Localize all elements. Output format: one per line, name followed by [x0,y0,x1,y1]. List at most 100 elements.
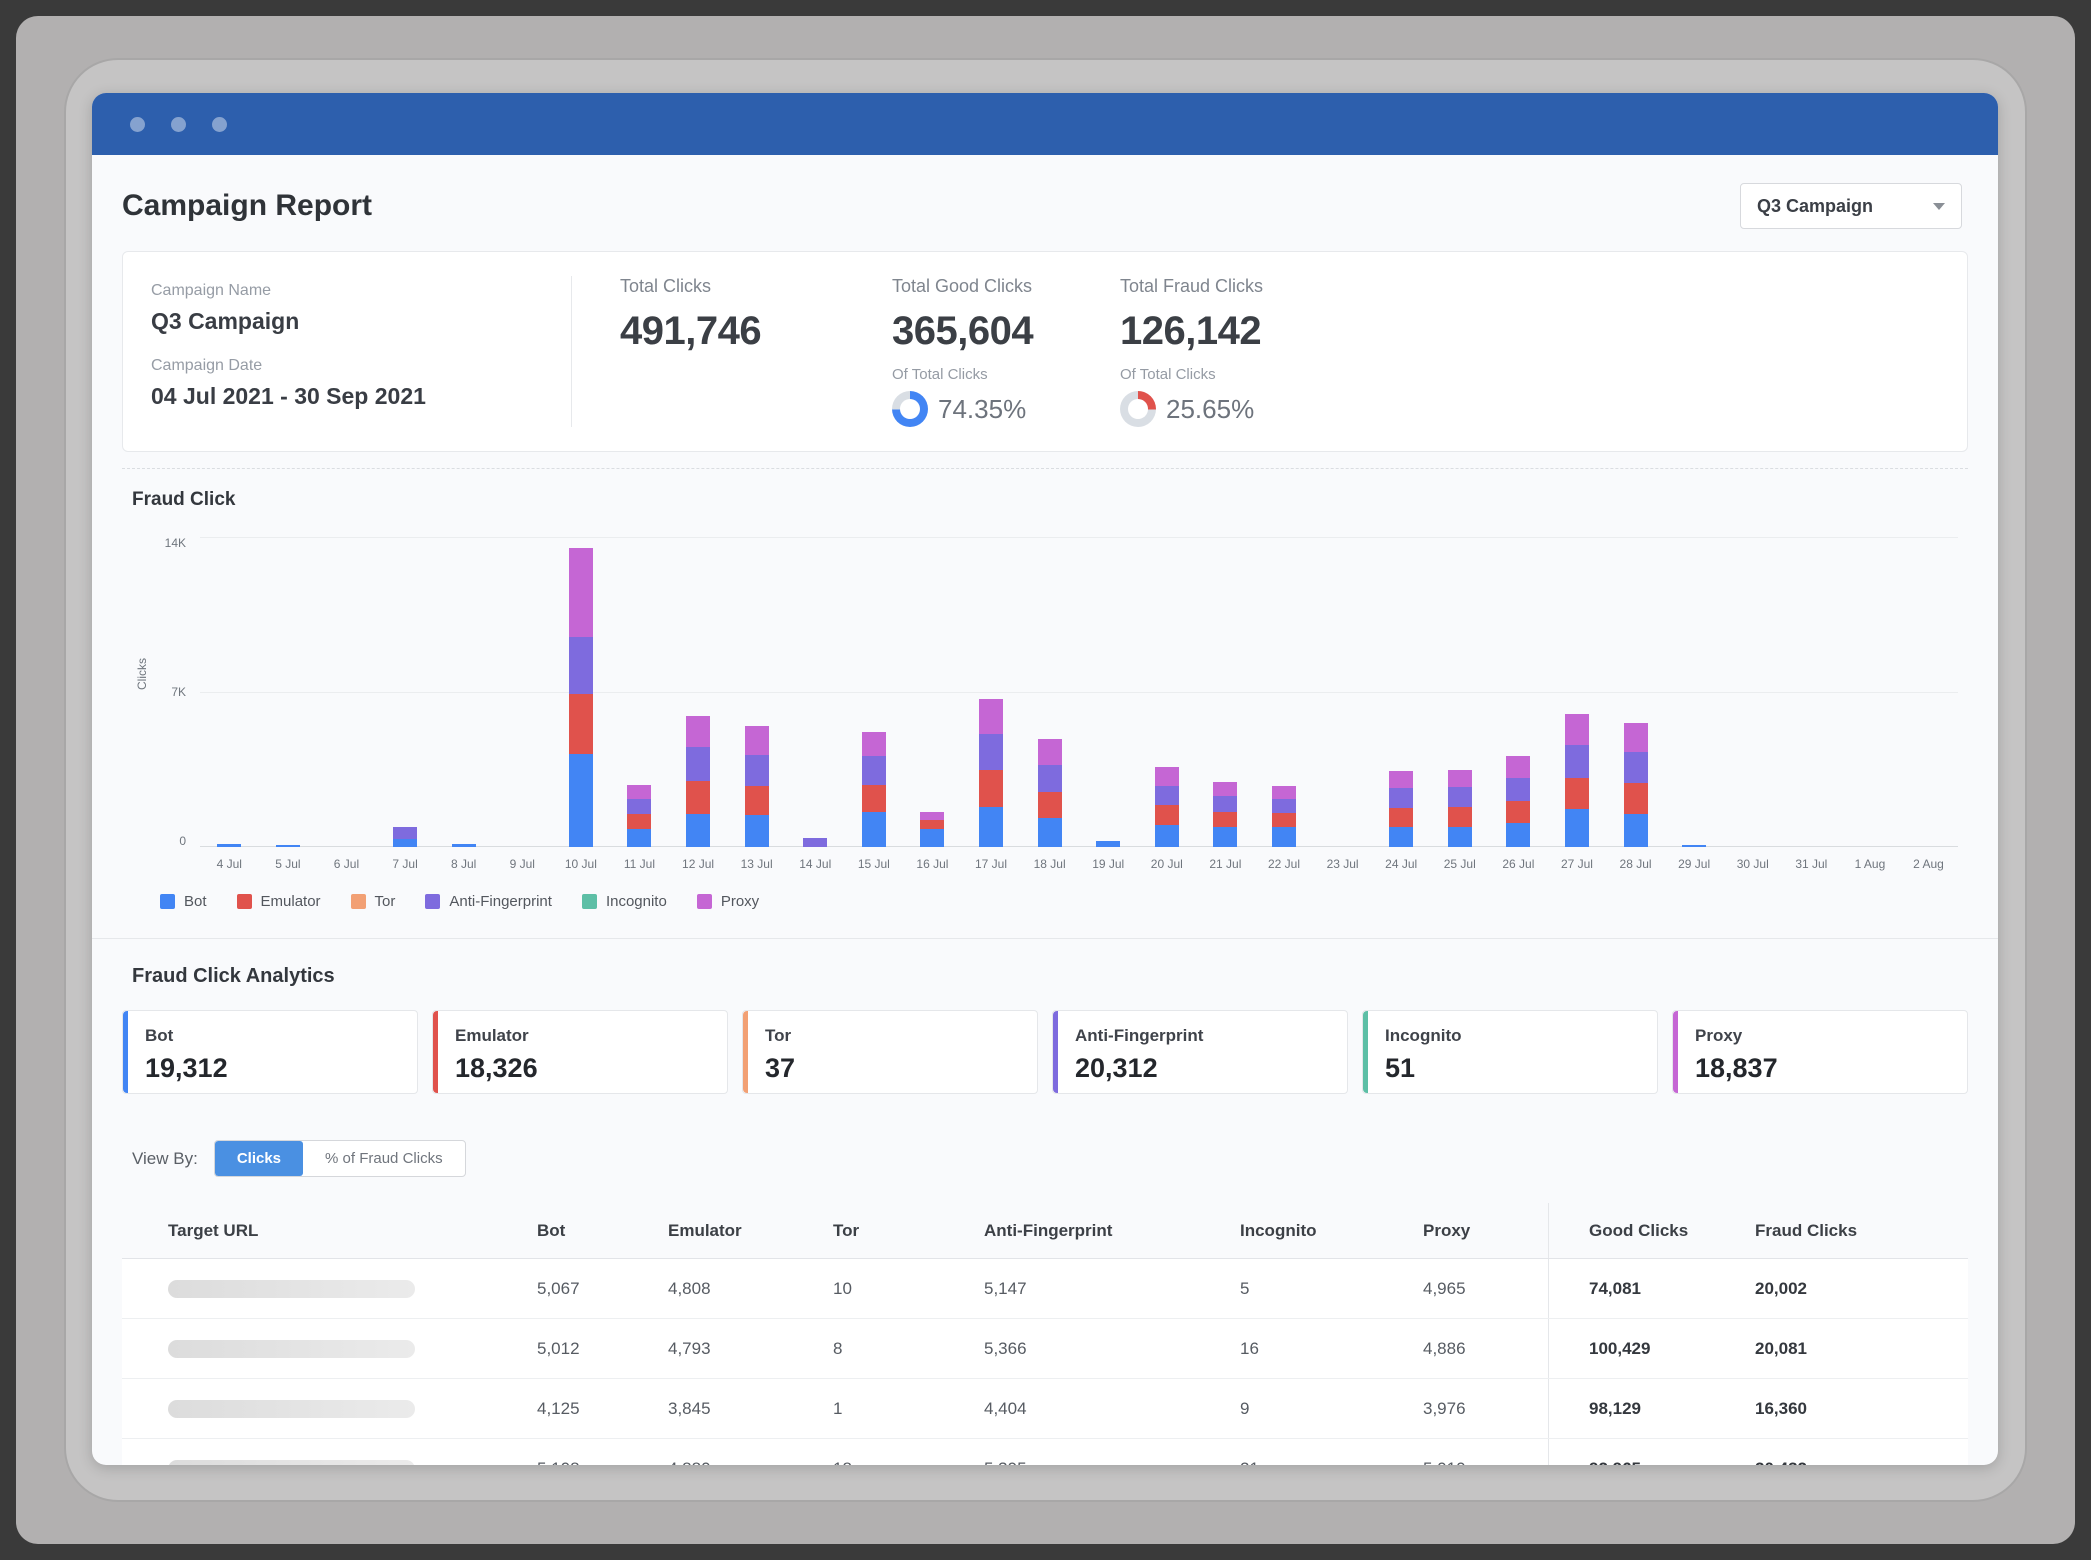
column-header: Good Clicks [1548,1203,1755,1258]
campaign-name-label: Campaign Name [151,282,571,300]
bar-group [1665,537,1724,847]
bar-segment-emulator [1624,783,1648,814]
bar-segment-proxy [1565,714,1589,745]
bar-segment-proxy [1448,770,1472,788]
view-by-option--of-fraud-clicks[interactable]: % of Fraud Clicks [303,1141,465,1176]
bar-group [1313,537,1372,847]
bar-segment-anti-fingerprint [1624,752,1648,783]
card-label: Emulator [455,1026,727,1046]
chevron-down-icon [1933,203,1945,210]
table-cell: 16,360 [1755,1399,1968,1419]
bar-segment-anti-fingerprint [393,827,417,839]
fraud-card-bot[interactable]: Bot19,312 [122,1010,418,1094]
legend-item[interactable]: Proxy [697,893,759,910]
table-cell: 8 [833,1339,984,1359]
table-row[interactable]: 5,0674,808105,14754,96574,08120,002 [122,1259,1968,1319]
bar-segment-proxy [920,812,944,821]
bar-segment-proxy [862,732,886,756]
campaign-selector-dropdown[interactable]: Q3 Campaign [1740,183,1962,229]
table-row[interactable]: 5,0124,79385,366164,886100,42920,081 [122,1319,1968,1379]
page-title: Campaign Report [122,189,372,223]
bar-segment-proxy [745,726,769,755]
x-tick-label: 2 Aug [1899,857,1958,871]
bar-segment-anti-fingerprint [1389,788,1413,808]
bar-segment-emulator [569,694,593,754]
bar-segment-bot [1506,823,1530,847]
url-placeholder-pill [168,1280,415,1298]
of-total-clicks-label: Of Total Clicks [1120,366,1967,383]
x-tick-label: 10 Jul [552,857,611,871]
table-cell: 4,793 [668,1339,833,1359]
legend-item[interactable]: Anti-Fingerprint [425,893,552,910]
window-control-dot[interactable] [130,117,145,132]
x-tick-label: 1 Aug [1841,857,1900,871]
legend-label: Tor [375,893,396,910]
view-by-toggle: Clicks% of Fraud Clicks [214,1140,466,1177]
bar-segment-proxy [1506,756,1530,778]
bar-group [552,537,611,847]
view-by-option-clicks[interactable]: Clicks [215,1141,303,1176]
card-value: 37 [765,1053,1037,1084]
bar-segment-anti-fingerprint [862,756,886,785]
table-row[interactable]: 4,1253,84514,40493,97698,12916,360 [122,1379,1968,1439]
bar-group [1548,537,1607,847]
legend-item[interactable]: Tor [351,893,396,910]
bar-segment-bot [1624,814,1648,847]
card-label: Anti-Fingerprint [1075,1026,1347,1046]
table-cell: 1 [833,1399,984,1419]
bar-segment-emulator [979,770,1003,808]
bar-segment-bot [1448,827,1472,847]
card-accent-bar [1053,1011,1058,1093]
total-good-clicks-value: 365,604 [892,309,1120,354]
campaign-date-value: 04 Jul 2021 - 30 Sep 2021 [151,383,571,410]
fraud-card-proxy[interactable]: Proxy18,837 [1672,1010,1968,1094]
good-clicks-percentage: 74.35% [938,394,1026,425]
bar-segment-bot [686,814,710,847]
bar-segment-emulator [1565,778,1589,809]
table-cell: 98,129 [1548,1379,1755,1438]
bar-segment-bot [276,845,300,847]
fraud-card-incognito[interactable]: Incognito51 [1362,1010,1658,1094]
total-fraud-clicks-label: Total Fraud Clicks [1120,276,1967,297]
bar-group [727,537,786,847]
bar-group [845,537,904,847]
legend-label: Incognito [606,893,667,910]
x-tick-label: 23 Jul [1313,857,1372,871]
bar-segment-bot [393,839,417,847]
card-value: 51 [1385,1053,1657,1084]
bar-group [1020,537,1079,847]
window-control-dot[interactable] [171,117,186,132]
bar-segment-anti-fingerprint [569,637,593,695]
table-cell: 100,429 [1548,1319,1755,1378]
legend-item[interactable]: Bot [160,893,207,910]
x-tick-label: 30 Jul [1723,857,1782,871]
table-cell: 74,081 [1548,1259,1755,1318]
legend-item[interactable]: Emulator [237,893,321,910]
bar-segment-emulator [686,781,710,814]
bar-segment-proxy [1272,786,1296,799]
campaign-name-value: Q3 Campaign [151,308,571,335]
bar-group [376,537,435,847]
column-header: Fraud Clicks [1755,1221,1968,1241]
y-tick-label: 7K [171,686,186,698]
bar-group [610,537,669,847]
campaign-selector-value: Q3 Campaign [1757,196,1873,217]
table-row[interactable]: 5,1084,880185,395215,01092,96520,432 [122,1439,1968,1465]
window-control-dot[interactable] [212,117,227,132]
column-header: Proxy [1423,1221,1548,1241]
bar-segment-emulator [1448,807,1472,827]
good-clicks-donut [892,391,928,427]
fraud-card-tor[interactable]: Tor37 [742,1010,1038,1094]
bar-segment-bot [1213,827,1237,847]
bar-segment-bot [1272,827,1296,847]
bar-segment-emulator [1506,801,1530,823]
legend-item[interactable]: Incognito [582,893,667,910]
legend-swatch-icon [351,894,366,909]
bar-segment-anti-fingerprint [1155,786,1179,805]
x-tick-label: 12 Jul [669,857,728,871]
legend-swatch-icon [425,894,440,909]
total-good-clicks-label: Total Good Clicks [892,276,1120,297]
fraud-card-emulator[interactable]: Emulator18,326 [432,1010,728,1094]
fraud-card-anti-fingerprint[interactable]: Anti-Fingerprint20,312 [1052,1010,1348,1094]
bar-group [317,537,376,847]
